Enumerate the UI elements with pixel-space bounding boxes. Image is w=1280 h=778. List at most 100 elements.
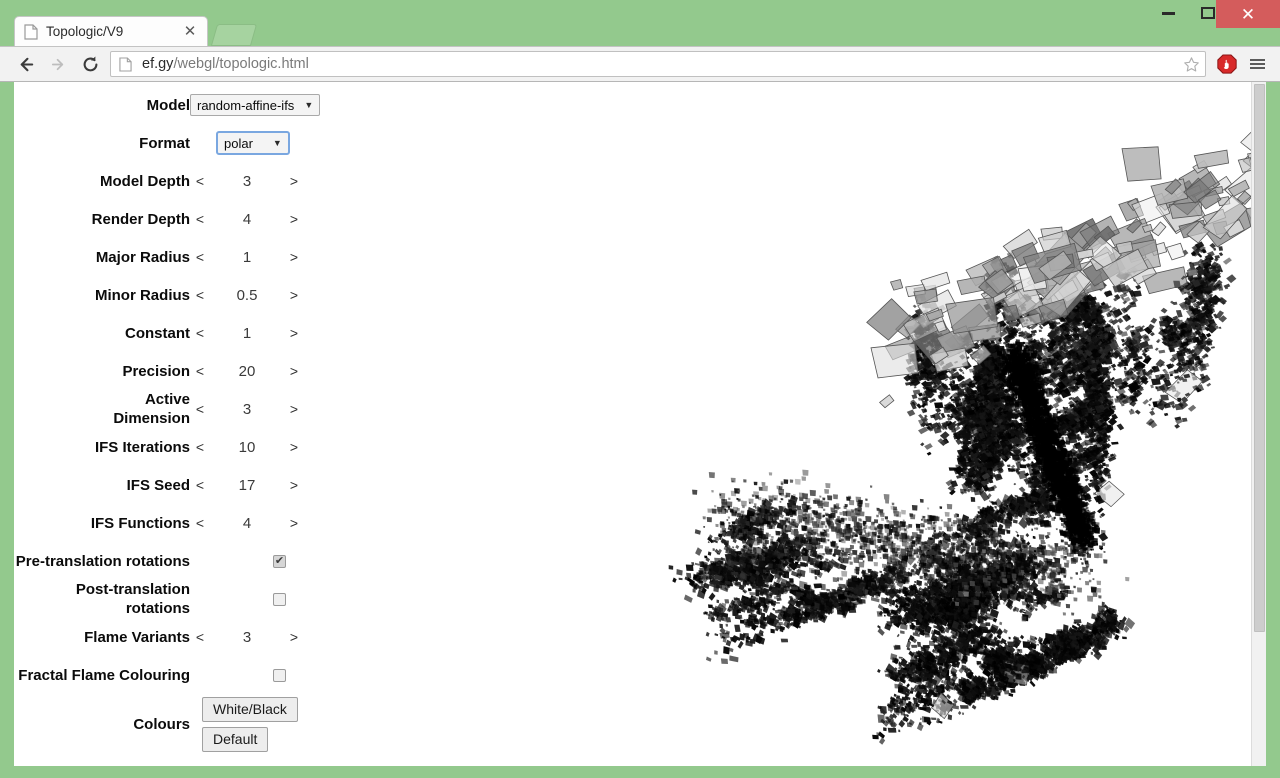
minimize-icon xyxy=(1161,11,1175,15)
setting-control: <3 > xyxy=(190,628,316,646)
setting-label: Active Dimension xyxy=(113,391,190,427)
stepper-decrement-button[interactable]: < xyxy=(190,476,210,494)
setting-label: Post-translation rotations xyxy=(75,581,190,617)
close-window-button[interactable]: ✕ xyxy=(1216,0,1280,28)
page-viewport: Model random-affine-ifs ▼ Format polar ▼ Model… xyxy=(14,82,1266,766)
select-value: polar xyxy=(224,135,253,151)
setting-row-render-depth: Render Depth <4 > xyxy=(14,200,316,238)
setting-control: <4 > xyxy=(190,210,316,228)
stepper-decrement-button[interactable]: < xyxy=(190,514,210,532)
setting-row-precision: Precision <20 > xyxy=(14,352,316,390)
tab-strip: Topologic/V9 ✕ ✕ xyxy=(0,0,1280,46)
browser-tab[interactable]: Topologic/V9 ✕ xyxy=(14,16,208,46)
maximize-icon xyxy=(1201,7,1215,19)
scrollbar-thumb[interactable] xyxy=(1254,84,1265,632)
back-button[interactable] xyxy=(10,48,42,80)
star-icon[interactable] xyxy=(1177,56,1205,73)
url-path: /webgl/topologic.html xyxy=(173,56,309,72)
checkbox-pre-translation-rotations[interactable]: ✔ xyxy=(273,554,286,568)
setting-control: <10 > xyxy=(190,438,316,456)
setting-label: Minor Radius xyxy=(94,286,190,304)
setting-control: <17 > xyxy=(190,476,316,494)
stepper-decrement-button[interactable]: < xyxy=(190,324,210,342)
stepper-decrement-button[interactable]: < xyxy=(190,248,210,266)
stepper-increment-button[interactable]: > xyxy=(284,324,304,342)
setting-row-major-radius: Major Radius <1 > xyxy=(14,238,316,276)
setting-control: <3 > xyxy=(190,172,316,190)
stepper-decrement-button[interactable]: < xyxy=(190,210,210,228)
colour-button-default[interactable]: Default xyxy=(202,726,269,752)
browser-toolbar: ef.gy/webgl/topologic.html xyxy=(0,46,1280,82)
setting-label: IFS Seed xyxy=(126,476,190,494)
stepper-increment-button[interactable]: > xyxy=(284,514,304,532)
back-arrow-icon xyxy=(20,57,33,71)
reload-button[interactable] xyxy=(74,48,106,80)
stepper-decrement-button[interactable]: < xyxy=(190,286,210,304)
setting-label: Fractal Flame Colouring xyxy=(18,666,190,684)
stepper-ifs-functions: <4 > xyxy=(190,514,304,532)
close-icon[interactable]: ✕ xyxy=(181,23,199,41)
stepper-decrement-button[interactable]: < xyxy=(190,172,210,190)
stepper-value: 1 xyxy=(242,324,252,342)
setting-row-post-translation-rotations: Post-translation rotations xyxy=(14,580,316,618)
checkbox-post-translation-rotations[interactable] xyxy=(273,592,286,606)
forward-button[interactable] xyxy=(42,48,74,80)
stepper-value: 4 xyxy=(242,514,252,532)
stepper-decrement-button[interactable]: < xyxy=(190,628,210,646)
setting-row-ifs-seed: IFS Seed <17 > xyxy=(14,466,316,504)
checkbox-fractal-flame-colouring[interactable] xyxy=(273,668,286,682)
colour-button-white-black[interactable]: White/Black xyxy=(202,696,298,722)
setting-label: Major Radius xyxy=(95,248,190,266)
stepper-major-radius: <1 > xyxy=(190,248,304,266)
select-format[interactable]: polar ▼ xyxy=(216,131,290,155)
stepper-minor-radius: <0.5 > xyxy=(190,286,304,304)
select-model[interactable]: random-affine-ifs ▼ xyxy=(190,94,321,116)
webgl-fractal-canvas[interactable] xyxy=(334,82,1251,766)
setting-row-active-dimension: Active Dimension <3 > xyxy=(14,390,316,428)
setting-label: Constant xyxy=(125,324,190,342)
setting-label: Model xyxy=(146,96,190,114)
address-bar[interactable]: ef.gy/webgl/topologic.html xyxy=(110,51,1206,77)
minimize-button[interactable] xyxy=(1148,0,1188,26)
colour-preset-buttons: White/Black Default xyxy=(202,696,298,752)
stepper-model-depth: <3 > xyxy=(190,172,304,190)
page-icon xyxy=(119,56,137,72)
fractal-attractor xyxy=(668,131,1251,745)
stepper-value: 3 xyxy=(242,400,252,418)
setting-row-constant: Constant <1 > xyxy=(14,314,316,352)
stepper-ifs-seed: <17 > xyxy=(190,476,304,494)
stepper-increment-button[interactable]: > xyxy=(284,438,304,456)
stepper-increment-button[interactable]: > xyxy=(284,248,304,266)
stepper-decrement-button[interactable]: < xyxy=(190,438,210,456)
setting-row-format: Format polar ▼ xyxy=(14,124,316,162)
address-bar-url: ef.gy/webgl/topologic.html xyxy=(142,56,1177,72)
stepper-value: 20 xyxy=(238,362,256,380)
stepper-increment-button[interactable]: > xyxy=(284,628,304,646)
reload-icon xyxy=(83,56,97,71)
stepper-increment-button[interactable]: > xyxy=(284,172,304,190)
setting-control xyxy=(190,668,316,682)
stepper-decrement-button[interactable]: < xyxy=(190,362,210,380)
stepper-value: 1 xyxy=(242,248,252,266)
stepper-increment-button[interactable]: > xyxy=(284,400,304,418)
stepper-increment-button[interactable]: > xyxy=(284,362,304,380)
setting-control xyxy=(190,592,316,606)
setting-control: <1 > xyxy=(190,248,316,266)
menu-button[interactable] xyxy=(1242,49,1272,79)
browser-window: Topologic/V9 ✕ ✕ ef.gy/webgl/topologic.h… xyxy=(0,0,1280,778)
chevron-down-icon: ▼ xyxy=(272,137,282,148)
chevron-down-icon: ▼ xyxy=(304,99,314,110)
page-scrollbar[interactable] xyxy=(1251,82,1266,766)
adblock-icon[interactable] xyxy=(1212,49,1242,79)
hamburger-icon xyxy=(1249,57,1265,71)
new-tab-button[interactable] xyxy=(210,24,258,46)
setting-row-pre-translation-rotations: Pre-translation rotations ✔ xyxy=(14,542,316,580)
stepper-increment-button[interactable]: > xyxy=(284,286,304,304)
stepper-increment-button[interactable]: > xyxy=(284,476,304,494)
stepper-active-dimension: <3 > xyxy=(190,400,304,418)
stepper-decrement-button[interactable]: < xyxy=(190,400,210,418)
stepper-increment-button[interactable]: > xyxy=(284,210,304,228)
setting-label: Render Depth xyxy=(91,210,190,228)
setting-label: Pre-translation rotations xyxy=(15,552,190,570)
setting-control: <1 > xyxy=(190,324,316,342)
